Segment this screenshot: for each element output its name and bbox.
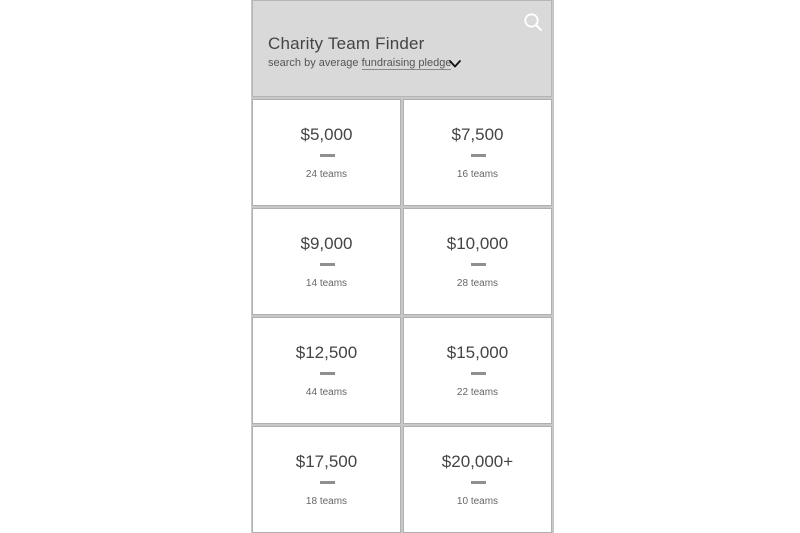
team-count: 14 teams [305, 278, 348, 289]
pledge-amount: $17,500 [295, 452, 358, 471]
divider-bar [319, 263, 335, 266]
team-count: 24 teams [305, 169, 348, 180]
team-count: 28 teams [456, 278, 499, 289]
divider-bar [470, 263, 486, 266]
pledge-amount: $15,000 [446, 343, 509, 362]
pledge-amount: $10,000 [446, 234, 509, 253]
pledge-tile[interactable]: $17,500 18 teams [252, 426, 401, 533]
team-count: 22 teams [456, 387, 499, 398]
page-title: Charity Team Finder [268, 34, 425, 53]
pledge-amount: $20,000+ [441, 452, 514, 471]
pledge-tile[interactable]: $7,500 16 teams [403, 99, 552, 206]
team-count: 44 teams [305, 387, 348, 398]
pledge-tile[interactable]: $5,000 24 teams [252, 99, 401, 206]
divider-bar [470, 372, 486, 375]
pledge-tile[interactable]: $10,000 28 teams [403, 208, 552, 315]
team-count: 18 teams [305, 496, 348, 507]
divider-bar [319, 154, 335, 157]
pledge-tile[interactable]: $9,000 14 teams [252, 208, 401, 315]
search-subtitle: search by average fundraising pledge [268, 57, 452, 70]
pledge-amount: $7,500 [451, 125, 504, 144]
chevron-down-icon [449, 60, 461, 68]
search-button[interactable] [523, 12, 543, 32]
divider-bar [319, 481, 335, 484]
divider-bar [470, 154, 486, 157]
pledge-tile[interactable]: $12,500 44 teams [252, 317, 401, 424]
team-count: 16 teams [456, 169, 499, 180]
search-icon [524, 13, 542, 31]
team-count: 10 teams [456, 496, 499, 507]
pledge-amount: $5,000 [300, 125, 353, 144]
pledge-grid: $5,000 24 teams $7,500 16 teams $9,000 1… [252, 99, 552, 533]
pledge-amount: $12,500 [295, 343, 358, 362]
app-frame: Charity Team Finder search by average fu… [251, 0, 554, 533]
criterion-dropdown-button[interactable] [448, 57, 462, 71]
pledge-amount: $9,000 [300, 234, 353, 253]
divider-bar [470, 481, 486, 484]
app-header: Charity Team Finder search by average fu… [252, 0, 552, 97]
criterion-selector[interactable]: fundraising pledge [361, 57, 452, 70]
pledge-tile[interactable]: $15,000 22 teams [403, 317, 552, 424]
divider-bar [319, 372, 335, 375]
pledge-tile[interactable]: $20,000+ 10 teams [403, 426, 552, 533]
subtitle-prefix: search by average [268, 57, 359, 69]
